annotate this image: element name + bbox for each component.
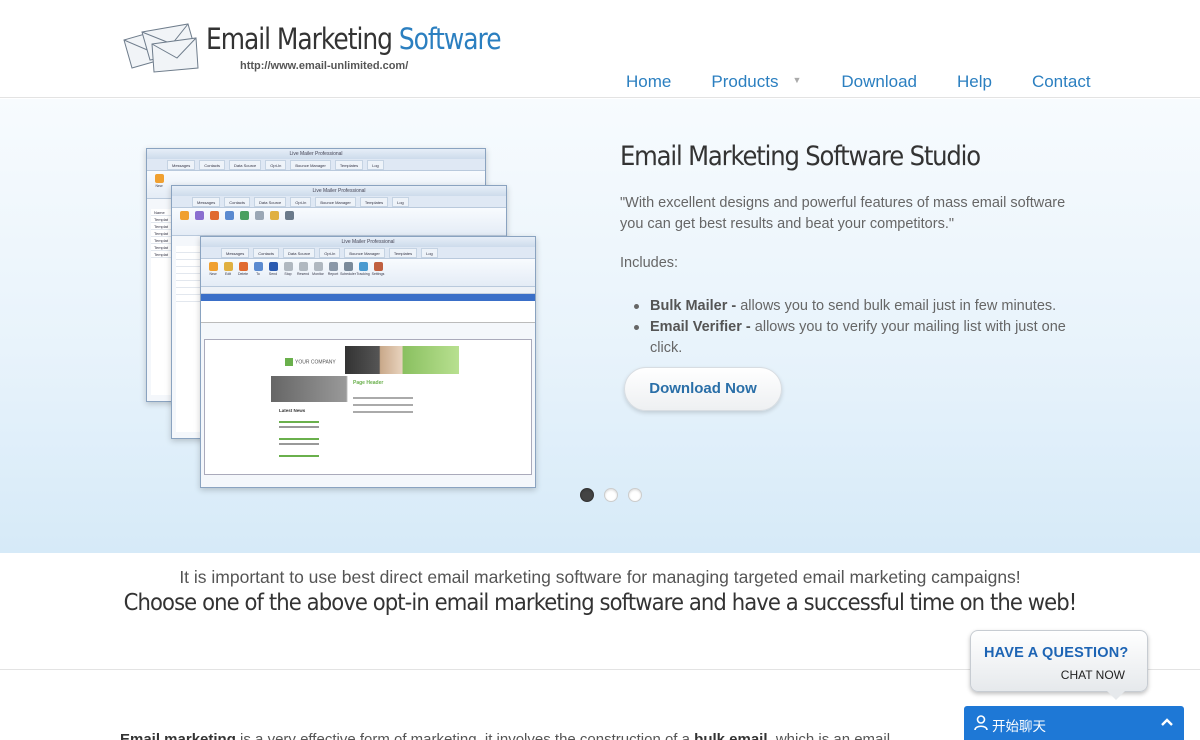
envelopes-logo-icon: [123, 23, 199, 73]
chevron-down-icon: ▼: [792, 75, 802, 85]
nav-home[interactable]: Home: [606, 72, 691, 94]
nav-products-label: Products: [711, 72, 779, 91]
window-title: Live Mailer Professional: [147, 149, 485, 159]
message-grid: [201, 287, 535, 323]
have-a-question-bubble[interactable]: HAVE A QUESTION? CHAT NOW: [970, 630, 1148, 700]
nav-help[interactable]: Help: [937, 72, 1012, 94]
tagline-strong: Choose one of the above opt-in email mar…: [123, 590, 1078, 616]
site-header: Email Marketing Software http://www.emai…: [0, 0, 1200, 98]
site-logo[interactable]: Email Marketing Software http://www.emai…: [122, 20, 502, 76]
preview-photo: [345, 346, 459, 374]
hero-quote: "With excellent designs and powerful fea…: [620, 195, 1066, 232]
hero-title: Email Marketing Software Studio: [620, 141, 981, 172]
preview-latest-news: Latest News: [279, 408, 306, 413]
start-chat-bar[interactable]: 开始聊天: [964, 706, 1184, 740]
feature-list: Bulk Mailer - allows you to send bulk em…: [634, 296, 1090, 359]
nav-products[interactable]: Products ▼: [691, 72, 821, 94]
chat-now-label: CHAT NOW: [1060, 668, 1125, 682]
email-preview: YOUR COMPANY Page Header Latest News: [204, 339, 532, 475]
preview-page-header: Page Header: [353, 380, 384, 386]
window-ribbon-front: New Edit Delete To Send Stop Resend Moni…: [201, 259, 535, 287]
slider-dot-2[interactable]: [604, 488, 618, 502]
person-icon: [974, 715, 988, 731]
window-tabs: Messages Contacts Data Source Opt-In Bou…: [147, 159, 485, 171]
slider-dot-1[interactable]: [580, 488, 594, 502]
hero-slider: Live Mailer Professional Messages Contac…: [0, 99, 1200, 553]
screenshot-window-front: Live Mailer Professional Messages Contac…: [200, 236, 536, 488]
logo-title: Email Marketing Software: [206, 22, 502, 56]
list-item: Bulk Mailer - allows you to send bulk em…: [634, 296, 1090, 317]
question-heading: HAVE A QUESTION?: [984, 645, 1129, 661]
preview-company: YOUR COMPANY: [285, 358, 336, 366]
includes-label: Includes:: [620, 255, 679, 271]
nav-contact[interactable]: Contact: [1012, 72, 1111, 94]
tagline: It is important to use best direct email…: [179, 567, 1021, 587]
logo-url: http://www.email-unlimited.com/: [240, 60, 409, 72]
nav-download[interactable]: Download: [821, 72, 937, 94]
intro-paragraph: Email marketing is a very effective form…: [120, 731, 891, 740]
main-nav: Home Products ▼ Download Help Contact: [606, 72, 1111, 94]
slider-dot-3[interactable]: [628, 488, 642, 502]
list-item: Email Verifier - allows you to verify yo…: [634, 317, 1090, 359]
start-chat-label: 开始聊天: [992, 719, 1046, 735]
preview-content-lines: [353, 392, 413, 418]
chevron-up-icon[interactable]: [1160, 716, 1174, 728]
preview-news-lines: [279, 418, 319, 460]
download-now-button[interactable]: Download Now: [624, 367, 782, 411]
slider-dots: [580, 488, 642, 502]
